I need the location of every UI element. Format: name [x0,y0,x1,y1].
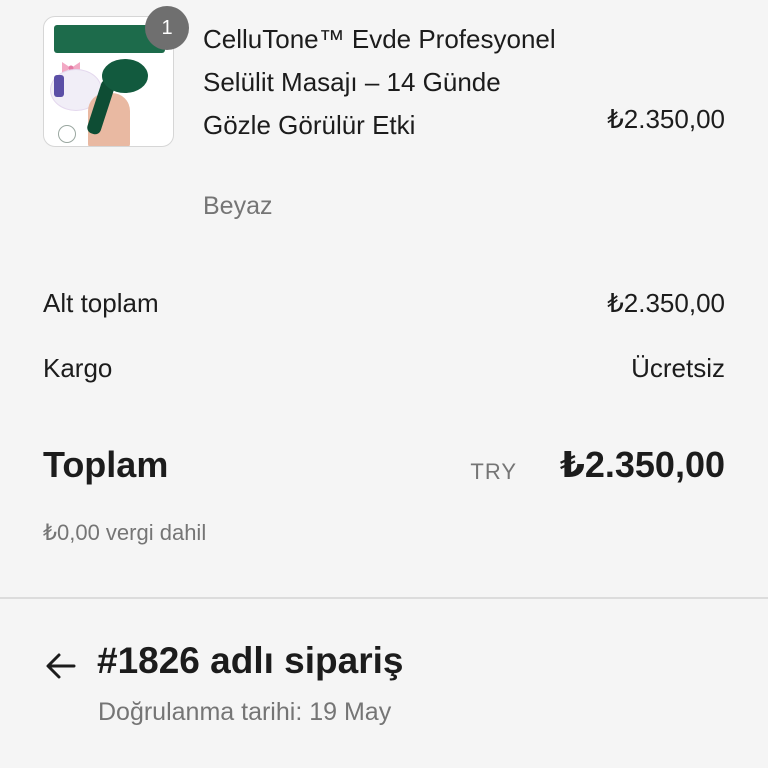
order-status-page: 1 CelluTone™ Evde Profesyonel Selülit Ma… [0,0,768,768]
shipping-label: Kargo [43,353,113,383]
total-label: Toplam [43,444,169,485]
tax-note: ₺0,00 vergi dahil [43,520,207,545]
total-currency: TRY [470,459,517,484]
order-title: #1826 adlı sipariş [97,640,404,681]
product-thumbnail-wrapper: 1 [43,6,189,147]
subtotal-value: ₺2.350,00 [607,288,725,318]
subtotal-label: Alt toplam [43,288,159,318]
subtotal-row: Alt toplam ₺2.350,00 [43,288,725,328]
brand-logo-icon [58,125,76,143]
product-image-device-head [102,59,148,93]
arrow-left-icon[interactable] [43,648,79,684]
section-divider [0,597,768,599]
total-row: Toplam TRY ₺2.350,00 [43,444,725,494]
shipping-value: Ücretsiz [631,353,725,383]
product-image-accessory [54,75,64,97]
product-title: CelluTone™ Evde Profesyonel Selülit Masa… [203,24,556,140]
shipping-row: Kargo Ücretsiz [43,353,725,393]
product-price: ₺2.350,00 [607,104,725,134]
total-value: ₺2.350,00 [559,444,725,485]
quantity-badge: 1 [145,6,189,50]
line-item: 1 CelluTone™ Evde Profesyonel Selülit Ma… [43,6,725,236]
product-variant: Beyaz [203,192,273,220]
order-confirmation-date: Doğrulanma tarihi: 19 May [98,698,392,726]
order-header: #1826 adlı sipariş Doğrulanma tarihi: 19… [43,640,725,740]
